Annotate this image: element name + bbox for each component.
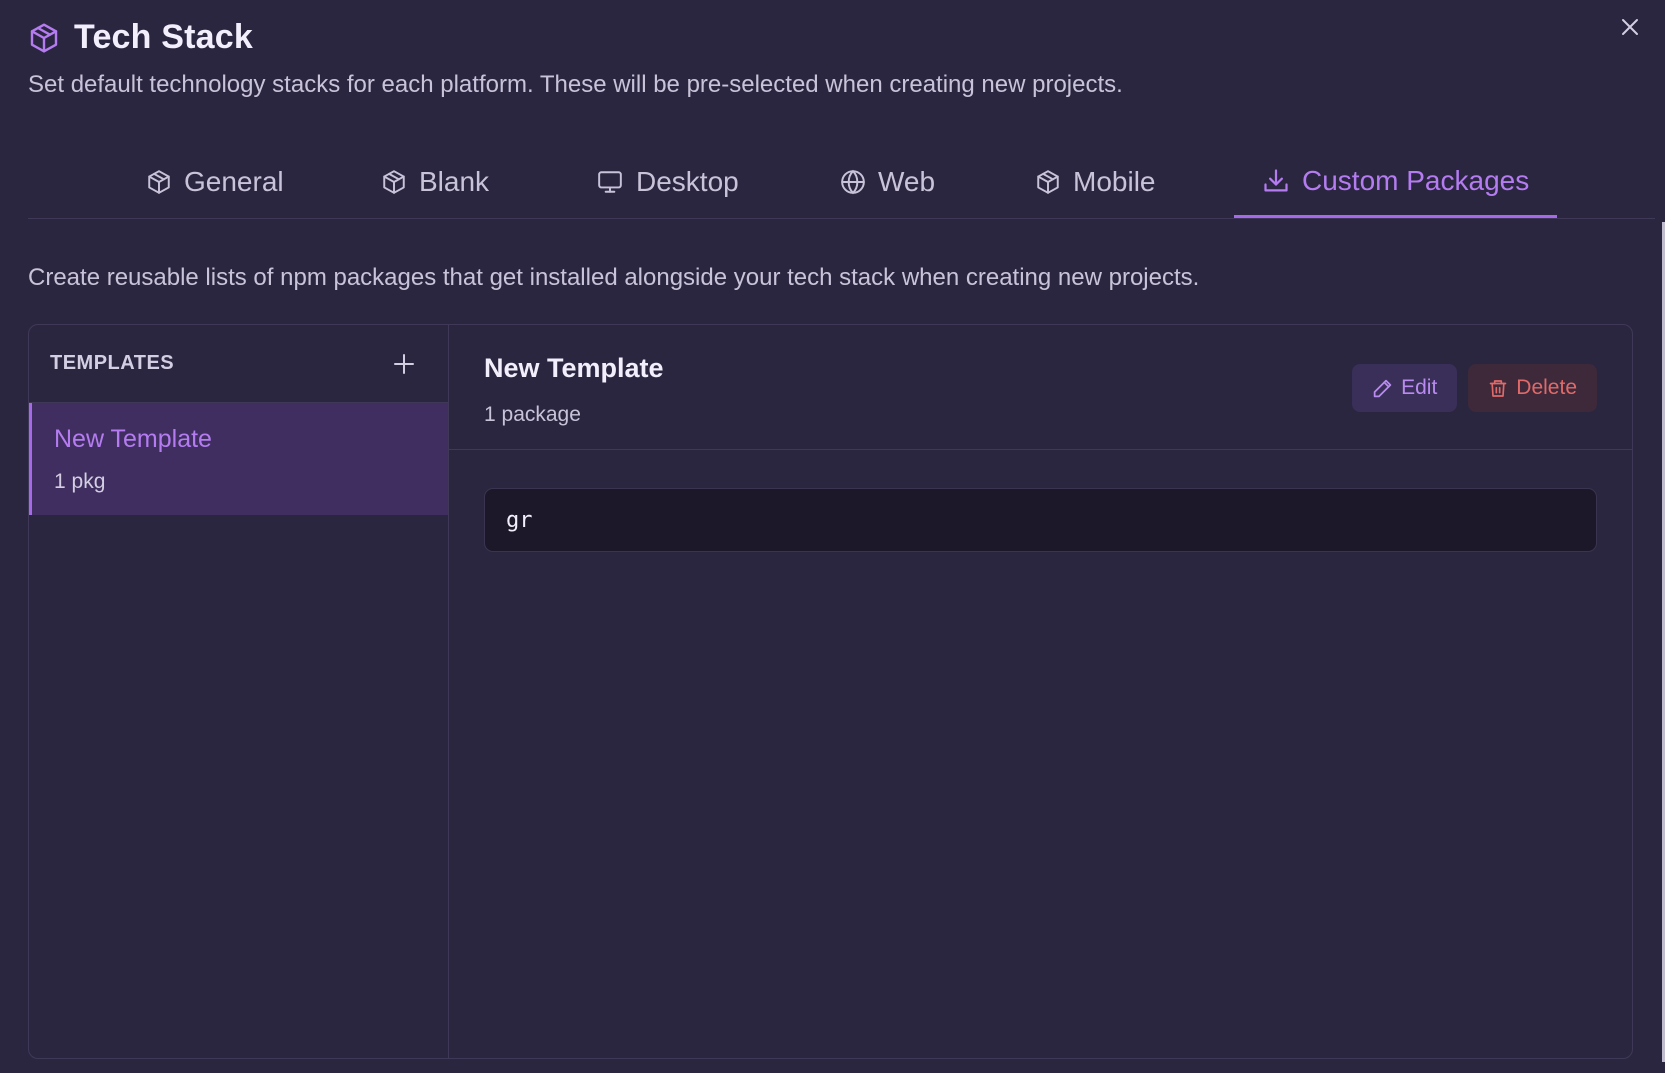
sidebar-title: TEMPLATES — [50, 352, 175, 374]
tab-label: Web — [878, 166, 936, 197]
templates-sidebar: TEMPLATES New Template 1 pkg — [29, 325, 449, 1058]
tab-label: Custom Packages — [1302, 164, 1530, 196]
tab-bar: General Blank Desktop Web Mobile Custom … — [28, 150, 1655, 219]
tech-stack-dialog: Tech Stack Set default technology stacks… — [0, 0, 1665, 1073]
pencil-icon — [1373, 379, 1392, 397]
add-template-button[interactable] — [390, 350, 418, 378]
dialog-header: Tech Stack Set default technology stacks… — [28, 18, 1123, 99]
delete-button-label: Delete — [1516, 376, 1577, 399]
plus-icon — [394, 353, 414, 374]
package-icon — [1037, 170, 1059, 194]
tab-web[interactable]: Web — [840, 150, 935, 218]
edit-button[interactable]: Edit — [1352, 364, 1458, 412]
template-item-count: 1 pkg — [54, 470, 106, 493]
template-actions: Edit Delete — [1352, 364, 1597, 412]
edit-button-label: Edit — [1401, 376, 1438, 399]
close-icon — [1622, 19, 1638, 35]
package-name: gr — [506, 507, 533, 533]
sidebar-header: TEMPLATES — [29, 325, 448, 403]
template-detail: New Template 1 package Edit Delete gr — [449, 325, 1632, 1058]
template-detail-header: New Template 1 package Edit Delete — [449, 325, 1632, 450]
close-button[interactable] — [1617, 14, 1643, 40]
tab-label: Desktop — [636, 166, 739, 197]
package-icon — [383, 170, 405, 194]
templates-panel: TEMPLATES New Template 1 pkg New Templat… — [28, 324, 1633, 1059]
tab-label: Blank — [419, 166, 490, 197]
template-list-item[interactable]: New Template 1 pkg — [29, 403, 448, 515]
tab-general[interactable]: General — [146, 150, 284, 218]
title-row: Tech Stack — [28, 18, 1123, 57]
tab-mobile[interactable]: Mobile — [1035, 150, 1155, 218]
tab-custom-packages[interactable]: Custom Packages — [1234, 150, 1558, 218]
monitor-icon — [598, 171, 622, 193]
delete-button[interactable]: Delete — [1468, 364, 1597, 412]
custom-packages-description: Create reusable lists of npm packages th… — [28, 264, 1200, 291]
template-package-count: 1 package — [484, 403, 581, 426]
trash-icon — [1489, 379, 1507, 397]
package-icon — [30, 22, 58, 53]
template-title: New Template — [484, 353, 664, 383]
tab-label: General — [184, 166, 284, 197]
download-icon — [1264, 168, 1288, 191]
globe-icon — [841, 169, 865, 195]
tab-label: Mobile — [1073, 166, 1156, 197]
package-icon — [148, 170, 170, 194]
template-item-name: New Template — [54, 425, 212, 453]
tab-blank[interactable]: Blank — [381, 150, 489, 218]
tab-desktop[interactable]: Desktop — [596, 150, 739, 218]
dialog-title: Tech Stack — [74, 18, 254, 56]
dialog-subtitle: Set default technology stacks for each p… — [28, 71, 1123, 98]
package-item: gr — [484, 488, 1597, 552]
